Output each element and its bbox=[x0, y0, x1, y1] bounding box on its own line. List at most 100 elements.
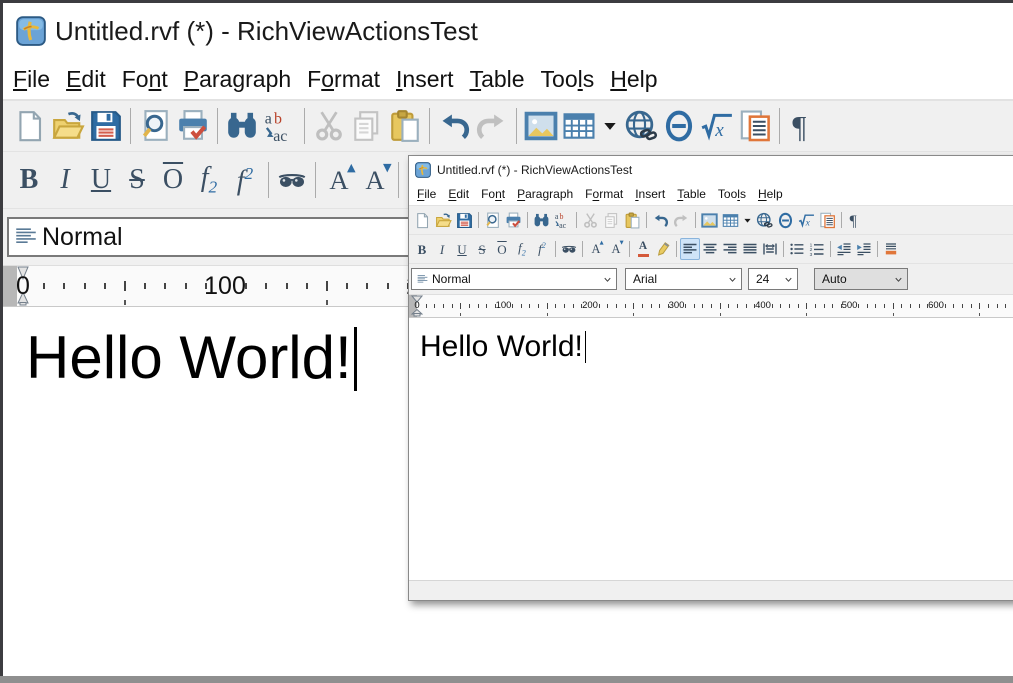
shrink-font-button[interactable]: A▼ bbox=[357, 161, 393, 199]
style-combo[interactable]: Normal bbox=[411, 268, 617, 290]
menu-item-tools[interactable]: Tools bbox=[712, 187, 752, 201]
table-dropdown-arrow-button[interactable] bbox=[741, 213, 754, 228]
window-titlebar[interactable]: Untitled.rvf (*) - RichViewActionsTest bbox=[409, 156, 1013, 183]
superscript-button[interactable]: f2 bbox=[532, 238, 552, 260]
find-button[interactable] bbox=[223, 106, 261, 146]
print-button[interactable] bbox=[503, 209, 524, 232]
menu-item-help[interactable]: Help bbox=[602, 66, 665, 93]
document-area[interactable]: Hello World! bbox=[409, 318, 1013, 580]
menu-item-paragraph[interactable]: Paragraph bbox=[511, 187, 579, 201]
style-combo[interactable]: Normal bbox=[7, 217, 477, 257]
paragraph-background-button[interactable] bbox=[881, 238, 901, 260]
overline-button[interactable]: O bbox=[492, 238, 512, 260]
insert-table-button[interactable] bbox=[720, 209, 741, 232]
undo-button[interactable] bbox=[435, 106, 473, 146]
show-paragraph-marks-button[interactable]: ¶ bbox=[845, 209, 866, 232]
font-combo[interactable]: Arial bbox=[625, 268, 742, 290]
insert-horizontal-line-button[interactable] bbox=[775, 209, 796, 232]
menu-item-table[interactable]: Table bbox=[671, 187, 712, 201]
italic-button[interactable]: I bbox=[47, 161, 83, 199]
bullets-button[interactable] bbox=[787, 238, 807, 260]
insert-picture-button[interactable] bbox=[522, 106, 560, 146]
outdent-button[interactable] bbox=[834, 238, 854, 260]
menu-item-insert[interactable]: Insert bbox=[388, 66, 462, 93]
grow-font-button[interactable]: A▲ bbox=[321, 161, 357, 199]
open-file-button[interactable] bbox=[433, 209, 454, 232]
ruler-tick bbox=[512, 304, 513, 308]
insert-equation-button[interactable]: x bbox=[698, 106, 736, 146]
menu-item-font[interactable]: Font bbox=[114, 66, 176, 93]
menu-item-table[interactable]: Table bbox=[462, 66, 533, 93]
menu-item-edit[interactable]: Edit bbox=[58, 66, 114, 93]
open-file-button[interactable] bbox=[49, 106, 87, 146]
show-paragraph-marks-button[interactable]: ¶ bbox=[785, 106, 823, 146]
save-file-button[interactable] bbox=[87, 106, 125, 146]
menu-item-font[interactable]: Font bbox=[475, 187, 511, 201]
replace-button[interactable]: abac bbox=[261, 106, 299, 146]
bold-button[interactable]: B bbox=[11, 161, 47, 199]
overline-button[interactable]: O bbox=[155, 161, 191, 199]
font-color-button[interactable]: A bbox=[633, 238, 653, 260]
paste-button[interactable] bbox=[386, 106, 424, 146]
print-preview-button[interactable] bbox=[482, 209, 503, 232]
paste-button[interactable] bbox=[622, 209, 643, 232]
undo-button[interactable] bbox=[650, 209, 671, 232]
insert-picture-button[interactable] bbox=[699, 209, 720, 232]
insert-document-button[interactable] bbox=[736, 106, 774, 146]
menu-item-file[interactable]: File bbox=[411, 187, 442, 201]
insert-horizontal-line-button[interactable] bbox=[660, 106, 698, 146]
ruler-tick bbox=[326, 281, 328, 291]
ruler-label: 200 bbox=[582, 295, 598, 317]
align-right-button[interactable] bbox=[720, 238, 740, 260]
table-dropdown-arrow-button[interactable] bbox=[598, 113, 622, 139]
insert-table-button[interactable] bbox=[560, 106, 598, 146]
menu-item-tools[interactable]: Tools bbox=[533, 66, 603, 93]
highlight-button[interactable] bbox=[653, 238, 673, 260]
menu-item-paragraph[interactable]: Paragraph bbox=[176, 66, 299, 93]
print-button[interactable] bbox=[174, 106, 212, 146]
svg-text:ac: ac bbox=[273, 128, 287, 143]
window-titlebar[interactable]: Untitled.rvf (*) - RichViewActionsTest bbox=[3, 3, 1013, 59]
new-document-button[interactable] bbox=[412, 209, 433, 232]
color-combo[interactable]: Auto bbox=[814, 268, 908, 290]
strikethrough-button[interactable]: S bbox=[472, 238, 492, 260]
ruler-label: 300 bbox=[669, 295, 685, 317]
force-justify-button[interactable] bbox=[760, 238, 780, 260]
subscript-button[interactable]: f2 bbox=[191, 161, 227, 199]
size-combo[interactable]: 24 bbox=[748, 268, 798, 290]
subscript-button[interactable]: f2 bbox=[512, 238, 532, 260]
hidden-text-button[interactable] bbox=[559, 238, 579, 260]
new-document-button[interactable] bbox=[11, 106, 49, 146]
indent-button[interactable] bbox=[854, 238, 874, 260]
grow-font-button[interactable]: A▲ bbox=[586, 238, 606, 260]
menu-item-file[interactable]: File bbox=[5, 66, 58, 93]
shrink-font-button[interactable]: A▼ bbox=[606, 238, 626, 260]
insert-hyperlink-button[interactable] bbox=[622, 106, 660, 146]
italic-button[interactable]: I bbox=[432, 238, 452, 260]
print-preview-button[interactable] bbox=[136, 106, 174, 146]
ruler-tick bbox=[63, 283, 65, 289]
replace-button[interactable]: abac bbox=[552, 209, 573, 232]
chevron-down-icon bbox=[893, 274, 904, 285]
menu-item-edit[interactable]: Edit bbox=[442, 187, 475, 201]
underline-button[interactable]: U bbox=[452, 238, 472, 260]
insert-document-button[interactable] bbox=[817, 209, 838, 232]
underline-button[interactable]: U bbox=[83, 161, 119, 199]
menu-item-format[interactable]: Format bbox=[579, 187, 629, 201]
insert-equation-button[interactable]: x bbox=[796, 209, 817, 232]
insert-hyperlink-button[interactable] bbox=[754, 209, 775, 232]
numbering-button[interactable]: 123 bbox=[807, 238, 827, 260]
justify-button[interactable] bbox=[740, 238, 760, 260]
align-center-button[interactable] bbox=[700, 238, 720, 260]
find-button[interactable] bbox=[531, 209, 552, 232]
menu-item-insert[interactable]: Insert bbox=[629, 187, 671, 201]
save-file-button[interactable] bbox=[454, 209, 475, 232]
ruler-tick bbox=[538, 304, 539, 308]
hidden-text-button[interactable] bbox=[274, 161, 310, 199]
menu-item-help[interactable]: Help bbox=[752, 187, 789, 201]
bold-button[interactable]: B bbox=[412, 238, 432, 260]
menu-item-format[interactable]: Format bbox=[299, 66, 388, 93]
superscript-button[interactable]: f2 bbox=[227, 161, 263, 199]
strikethrough-button[interactable]: S bbox=[119, 161, 155, 199]
align-left-button[interactable] bbox=[680, 238, 700, 260]
